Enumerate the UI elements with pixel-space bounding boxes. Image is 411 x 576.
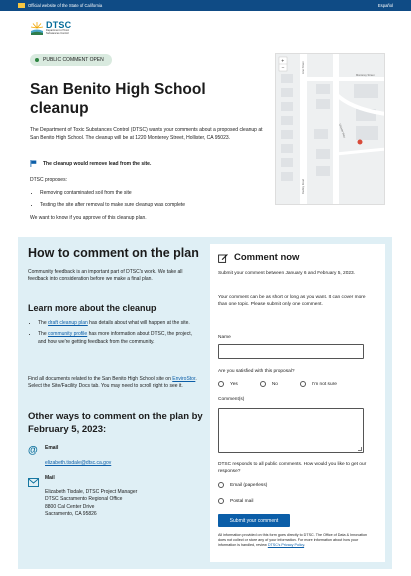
svg-text:+: + bbox=[281, 59, 284, 65]
official-website-notice: Official website of the State of Califor… bbox=[18, 3, 102, 8]
radio-not-sure[interactable]: I'm not sure bbox=[299, 381, 337, 387]
community-profile-link[interactable]: community profile bbox=[48, 331, 87, 337]
comment-now-title: Comment now bbox=[234, 252, 300, 263]
dtsc-logo[interactable]: DTSC Department of Toxic Substances Cont… bbox=[30, 17, 75, 39]
draft-cleanup-plan-link[interactable]: draft cleanup plan bbox=[48, 320, 88, 326]
envirostor-link[interactable]: EnviroStor bbox=[172, 376, 195, 382]
callout-text: The cleanup would remove lead from the s… bbox=[43, 160, 152, 167]
map-pin-icon bbox=[357, 139, 363, 145]
flag-icon bbox=[30, 160, 37, 167]
at-sign-icon: @ bbox=[28, 445, 38, 456]
proposal-list: Removing contaminated soil from the site… bbox=[40, 189, 185, 213]
email-link[interactable]: elizabeth.tisdale@dtsc.ca.gov bbox=[45, 460, 111, 466]
status-badge: PUBLIC COMMENT OPEN bbox=[30, 54, 112, 66]
california-icon bbox=[18, 3, 25, 8]
svg-text:−: − bbox=[282, 66, 285, 72]
privacy-policy-link[interactable]: DTSC's Privacy Policy bbox=[268, 543, 304, 547]
comment-dates: Submit your comment between January 6 an… bbox=[218, 271, 356, 276]
documents-paragraph: Find all documents related to the San Be… bbox=[28, 376, 197, 390]
page-title: San Benito High School cleanup bbox=[30, 81, 206, 117]
learn-more-list: The draft cleanup plan has details about… bbox=[38, 320, 198, 350]
map-street-label: Line Street bbox=[301, 61, 305, 74]
resize-handle-icon[interactable] bbox=[358, 447, 362, 451]
list-item: The community profile has more informati… bbox=[38, 331, 198, 346]
comment-length-note: Your comment can be as short or long as … bbox=[218, 295, 366, 308]
approval-question: We want to know if you approve of this c… bbox=[30, 215, 147, 221]
submit-comment-button[interactable]: Submit your comment bbox=[218, 514, 290, 527]
satisfied-label: Are you satisfied with this proposal? bbox=[218, 369, 295, 374]
state-banner: Official website of the State of Califor… bbox=[0, 0, 411, 11]
map-street-label: Dudley Road bbox=[301, 178, 305, 194]
address-line: DTSC Sacramento Regional Office bbox=[45, 496, 123, 503]
intro-paragraph: The Department of Toxic Substances Contr… bbox=[30, 127, 263, 141]
dtsc-logo-icon bbox=[30, 21, 44, 35]
radio-circle-icon[interactable] bbox=[259, 381, 266, 387]
official-website-text: Official website of the State of Califor… bbox=[28, 3, 103, 8]
satisfied-options: Yes No I'm not sure bbox=[218, 381, 337, 387]
radio-circle-icon[interactable] bbox=[218, 498, 224, 504]
radio-email-paperless[interactable]: Email (paperless) bbox=[218, 482, 267, 488]
response-question: DTSC responds to all public comments. Ho… bbox=[218, 462, 367, 475]
mailing-address: Elizabeth Tisdale, DTSC Project Manager … bbox=[45, 489, 137, 519]
learn-more-heading: Learn more about the cleanup bbox=[28, 303, 157, 313]
language-link[interactable]: Español bbox=[378, 3, 393, 8]
status-badge-text: PUBLIC COMMENT OPEN bbox=[43, 57, 104, 63]
comments-textarea[interactable] bbox=[218, 408, 364, 453]
radio-yes[interactable]: Yes bbox=[218, 381, 238, 387]
radio-postal-mail[interactable]: Postal mail bbox=[218, 498, 253, 504]
feedback-paragraph: Community feedback is an important part … bbox=[28, 269, 183, 283]
radio-circle-icon[interactable] bbox=[218, 482, 224, 488]
radio-no[interactable]: No bbox=[259, 381, 278, 387]
site-map[interactable]: Line Street Monterey Street Cloister Way… bbox=[275, 53, 385, 205]
comment-now-heading: Comment now bbox=[218, 252, 299, 263]
edit-icon bbox=[218, 253, 228, 263]
envelope-icon bbox=[28, 474, 39, 487]
cleanup-callout: The cleanup would remove lead from the s… bbox=[30, 160, 151, 167]
logo-subtitle: Department of Toxic Substances Control bbox=[46, 29, 70, 35]
address-line: Elizabeth Tisdale, DTSC Project Manager bbox=[45, 489, 138, 495]
proposes-label: DTSC proposes: bbox=[30, 177, 67, 183]
list-item: Testing the site after removal to make s… bbox=[40, 201, 185, 209]
radio-circle-icon[interactable] bbox=[218, 381, 224, 387]
other-ways-heading: Other ways to comment on the plan by Feb… bbox=[28, 411, 203, 435]
email-label: Email bbox=[45, 445, 59, 451]
list-item: Removing contaminated soil from the site bbox=[40, 189, 185, 197]
address-line: Sacramento, CA 95826 bbox=[45, 511, 97, 518]
map-street-label: Monterey Street bbox=[356, 73, 375, 77]
comments-label: Comment(s) bbox=[218, 397, 245, 402]
how-to-comment-heading: How to comment on the plan bbox=[28, 246, 199, 260]
address-line: 8800 Cal Center Drive bbox=[45, 503, 95, 510]
radio-circle-icon[interactable] bbox=[299, 381, 306, 387]
name-label: Name bbox=[218, 335, 231, 340]
status-dot-icon bbox=[35, 58, 39, 62]
name-field[interactable] bbox=[218, 344, 364, 359]
privacy-disclaimer: All information provided on this form go… bbox=[218, 533, 368, 548]
list-item: The draft cleanup plan has details about… bbox=[38, 320, 198, 327]
mail-label: Mail bbox=[45, 475, 55, 481]
zoom-controls[interactable]: + − bbox=[278, 56, 288, 72]
